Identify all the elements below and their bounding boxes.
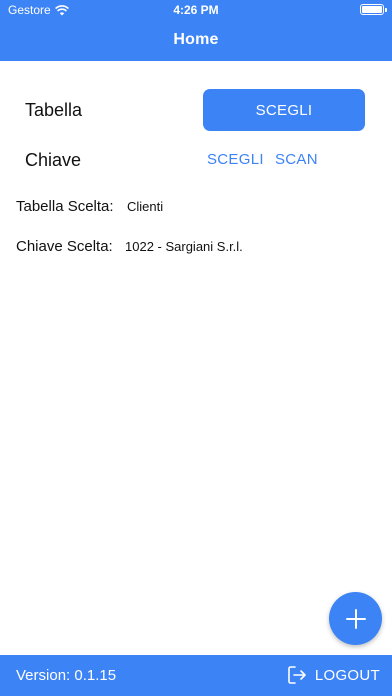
add-button[interactable] — [329, 592, 382, 645]
battery-icon — [360, 4, 387, 15]
logout-icon — [288, 666, 306, 684]
tabella-choose-button[interactable]: SCEGLI — [203, 89, 365, 131]
status-time: 4:26 PM — [173, 3, 219, 17]
status-bar: Gestore 4:26 PM — [0, 0, 392, 20]
chiave-scan-button[interactable]: SCAN — [275, 151, 318, 168]
chiave-scelta-value: 1022 - Sargiani S.r.l. — [125, 239, 243, 254]
battery-fill — [362, 6, 382, 13]
tabella-label: Tabella — [25, 100, 83, 120]
page-title: Home — [173, 31, 219, 48]
chiave-scelta-label: Chiave Scelta: — [16, 238, 113, 255]
logout-button[interactable]: LOGOUT — [287, 665, 380, 685]
logout-label: LOGOUT — [314, 666, 380, 684]
app-footer: Version: 0.1.15 LOGOUT — [0, 655, 392, 696]
chiave-choose-button[interactable]: SCEGLI — [207, 151, 264, 168]
app-header: Gestore 4:26 PM Home — [0, 0, 392, 61]
plus-icon — [345, 608, 366, 629]
tabella-scelta-value: Clienti — [127, 199, 164, 214]
version-text: Version: 0.1.15 — [16, 667, 117, 684]
tabella-scelta-label: Tabella Scelta: — [16, 198, 114, 215]
chiave-label: Chiave — [25, 150, 82, 170]
